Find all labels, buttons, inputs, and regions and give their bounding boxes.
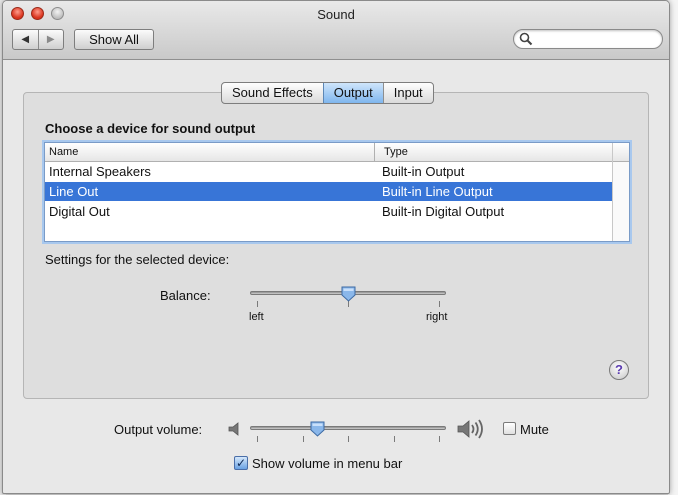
device-name: Internal Speakers — [49, 164, 151, 179]
balance-tick-right — [439, 301, 440, 307]
balance-tick-left — [257, 301, 258, 307]
checkmark-icon: ✓ — [235, 456, 247, 470]
forward-arrow-icon: ▶ — [46, 34, 55, 45]
table-header: Name Type — [45, 143, 613, 162]
search-icon — [519, 32, 533, 46]
tab-input[interactable]: Input — [382, 83, 433, 103]
pane-tabs: Sound Effects Output Input — [221, 82, 434, 104]
balance-right-label: right — [426, 311, 448, 323]
column-header-name[interactable]: Name — [45, 143, 375, 161]
device-table[interactable]: Name Type Internal Speakers Built-in Out… — [44, 142, 630, 242]
help-icon: ? — [615, 362, 623, 377]
scrollbar-header-cap — [613, 143, 629, 162]
volume-tick — [303, 436, 304, 442]
table-scrollbar[interactable] — [612, 143, 629, 241]
volume-tick — [394, 436, 395, 442]
device-name: Line Out — [49, 184, 99, 199]
balance-slider-knob[interactable] — [341, 286, 356, 302]
balance-label: Balance: — [160, 288, 211, 303]
sound-preferences-window: Sound ◀ ▶ Show All Sound Effects Output … — [2, 0, 670, 494]
speaker-high-icon[interactable] — [456, 418, 486, 440]
tab-output[interactable]: Output — [322, 83, 383, 103]
output-panel — [23, 92, 649, 399]
help-button[interactable]: ? — [609, 360, 629, 380]
volume-tick — [257, 436, 258, 442]
device-type: Built-in Output — [382, 164, 465, 179]
show-all-button[interactable]: Show All — [74, 29, 154, 50]
show-volume-menubar-checkbox[interactable]: ✓ — [234, 456, 248, 470]
tab-sound-effects[interactable]: Sound Effects — [222, 83, 323, 103]
device-heading: Choose a device for sound output — [45, 121, 256, 136]
column-header-type[interactable]: Type — [380, 143, 613, 161]
back-arrow-icon: ◀ — [21, 34, 30, 45]
output-volume-slider-track[interactable] — [250, 426, 446, 430]
search-field[interactable] — [513, 29, 663, 49]
window-title: Sound — [317, 7, 355, 22]
back-forward-group: ◀ ▶ — [12, 29, 64, 50]
show-volume-menubar-label[interactable]: Show volume in menu bar — [252, 456, 402, 471]
output-volume-label: Output volume: — [114, 422, 203, 437]
forward-button[interactable]: ▶ — [37, 30, 64, 49]
device-type: Built-in Line Output — [382, 184, 493, 199]
table-row[interactable]: Digital Out Built-in Digital Output — [45, 202, 613, 221]
speaker-low-icon[interactable] — [227, 421, 243, 437]
volume-tick — [439, 436, 440, 442]
title-bar[interactable]: Sound ◀ ▶ Show All — [3, 1, 669, 60]
output-volume-slider-knob[interactable] — [310, 421, 325, 437]
volume-tick — [348, 436, 349, 442]
mute-checkbox[interactable] — [503, 422, 516, 435]
mute-label[interactable]: Mute — [520, 422, 549, 437]
back-button[interactable]: ◀ — [13, 30, 38, 49]
table-row-selected[interactable]: Line Out Built-in Line Output — [45, 182, 613, 201]
device-type: Built-in Digital Output — [382, 204, 505, 219]
balance-left-label: left — [249, 311, 264, 323]
table-row[interactable]: Internal Speakers Built-in Output — [45, 162, 613, 181]
settings-label: Settings for the selected device: — [45, 252, 230, 267]
device-name: Digital Out — [49, 204, 110, 219]
